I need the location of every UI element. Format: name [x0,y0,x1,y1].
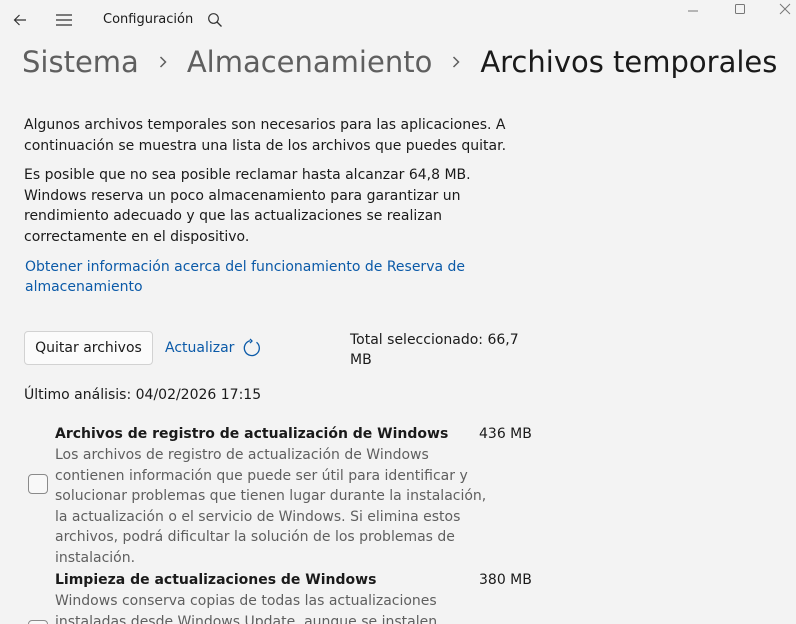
minimize-button[interactable] [670,0,716,18]
back-button[interactable] [4,4,36,36]
app-title: Configuración [103,12,194,27]
minimize-icon [688,10,698,12]
intro-text: Algunos archivos temporales son necesari… [24,115,524,256]
refresh-icon [242,338,262,358]
page-title: Archivos temporales [480,45,778,79]
item-checkbox[interactable] [28,620,48,624]
hamburger-icon [56,14,72,26]
actions-row: Quitar archivos Actualizar Total selecci… [24,331,524,371]
close-button[interactable] [762,0,796,18]
settings-window: Configuración Sistema Almacenamiento Arc… [0,0,796,624]
chevron-right-icon [139,55,187,69]
intro-paragraph-2: Es posible que no sea posible reclamar h… [24,167,471,245]
item-size: 436 MB [479,426,532,442]
last-scan-text: Último análisis: 04/02/2026 17:15 [24,387,262,403]
item-checkbox[interactable] [28,474,48,494]
item-title: Limpieza de actualizaciones de Windows 3… [55,570,532,590]
item-description: Los archivos de registro de actualizació… [55,447,487,566]
total-selected: Total seleccionado: 66,7 MB [350,332,519,368]
intro-paragraph-1: Algunos archivos temporales son necesari… [24,117,507,154]
item-size: 380 MB [479,572,532,588]
search-button[interactable] [199,4,231,36]
refresh-label: Actualizar [165,340,235,356]
breadcrumb-item-sistema[interactable]: Sistema [22,45,139,79]
item-description: Windows conserva copias de todas las act… [55,593,438,624]
maximize-icon [735,4,745,14]
maximize-button[interactable] [717,0,763,18]
storage-reserve-info-link[interactable]: Obtener información acerca del funcionam… [25,257,495,297]
breadcrumb-item-almacenamiento[interactable]: Almacenamiento [187,45,433,79]
close-icon [779,3,791,15]
item-title-text: Archivos de registro de actualización de… [55,426,449,442]
search-icon [208,13,222,27]
arrow-left-icon [13,14,26,26]
title-bar: Configuración [0,0,796,40]
breadcrumb: Sistema Almacenamiento Archivos temporal… [22,42,777,82]
chevron-right-icon [432,55,480,69]
navigation-menu-button[interactable] [48,4,80,36]
refresh-button[interactable]: Actualizar [165,338,262,358]
item-title: Archivos de registro de actualización de… [55,424,532,444]
item-title-text: Limpieza de actualizaciones de Windows [55,572,377,588]
remove-files-button[interactable]: Quitar archivos [24,331,153,365]
